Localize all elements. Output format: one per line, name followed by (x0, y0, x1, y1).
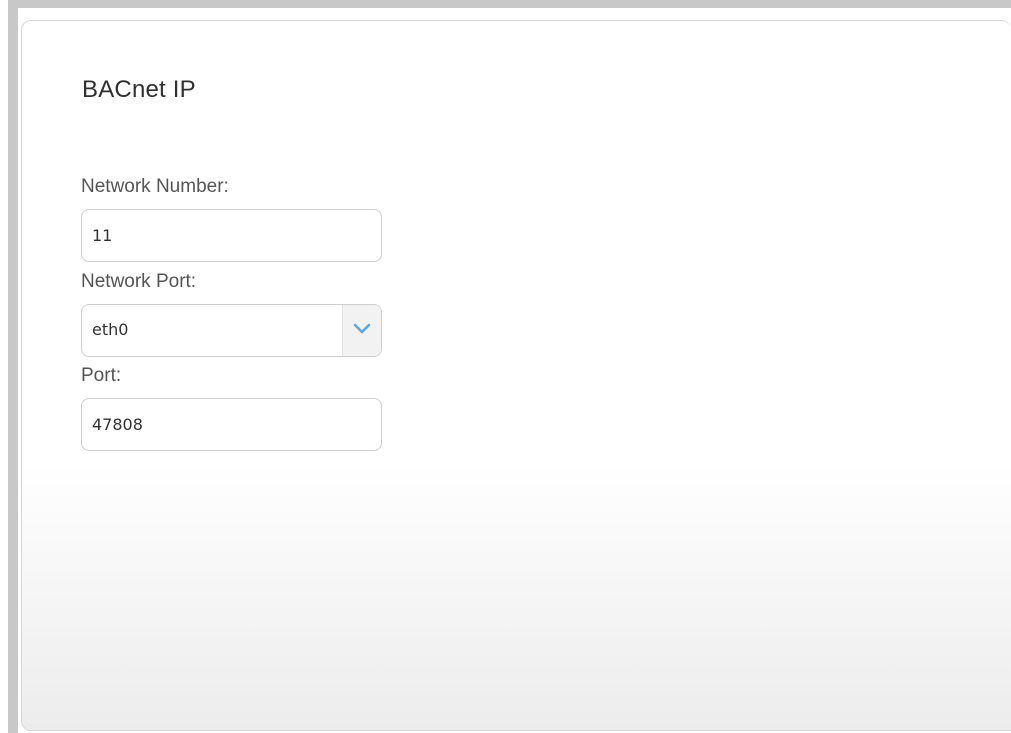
chevron-down-icon (353, 323, 371, 334)
network-port-label: Network Port: (81, 271, 197, 292)
network-port-dropdown-toggle[interactable] (342, 305, 381, 356)
frame-top-border (8, 0, 1011, 8)
network-number-label: Network Number: (81, 176, 229, 197)
port-label: Port: (81, 365, 122, 386)
port-input[interactable] (81, 398, 382, 451)
network-port-selected-value: eth0 (92, 320, 129, 339)
network-port-select[interactable]: eth0 (81, 304, 382, 357)
bacnet-ip-panel: BACnet IP Network Number: Network Port: … (21, 20, 1011, 731)
panel-title: BACnet IP (82, 76, 196, 103)
frame-left-border (8, 0, 18, 733)
page-frame: BACnet IP Network Number: Network Port: … (0, 0, 1011, 733)
network-number-input[interactable] (81, 209, 382, 262)
